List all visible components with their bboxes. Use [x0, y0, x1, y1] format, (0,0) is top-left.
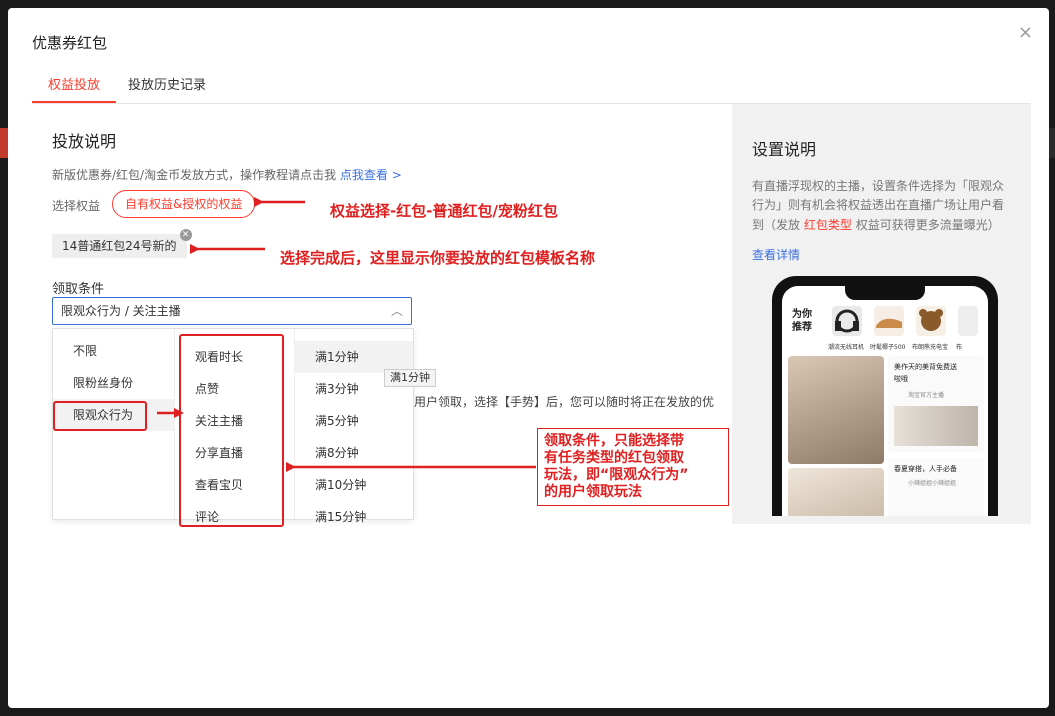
annotation-condition-line-2: 有任务类型的红包领取 — [544, 450, 684, 466]
behind-description-text: 用户领取，选择【手势】后，您可以随时将正在发放的优 — [414, 395, 715, 409]
instructions-line-2: 行为」则有机会将权益透出在直播广场让用户看 — [752, 198, 1005, 212]
live-card-4 — [788, 468, 884, 516]
phone-preview: 为你推荐 潮流无线耳机 时髦椰子500 布朗熊充电宝 布 美作天的美背免费送 啦… — [772, 276, 998, 516]
condition-label: 领取条件 — [52, 282, 105, 297]
annotation-condition-line-1: 领取条件，只能选择带 — [544, 433, 684, 449]
phone-item-caption-4: 布 — [956, 344, 963, 351]
annotation-condition-box: 领取条件，只能选择带 有任务类型的红包领取 玩法，即“限观众行为” 的用户领取玩… — [537, 428, 729, 506]
phone-notch — [845, 286, 925, 300]
option-unlimited[interactable]: 不限 — [53, 335, 174, 367]
instructions-line-1: 有直播浮现权的主播，设置条件选择为「限观众 — [752, 179, 1005, 193]
product-image-4 — [958, 306, 978, 336]
intro-text: 新版优惠券/红包/淘金币发放方式，操作教程请点击我 点我查看 > — [52, 166, 402, 183]
active-tab-indicator — [32, 101, 116, 103]
instructions-line-3: 到（发放 红包类型 权益可获得更多流量曝光） — [752, 216, 1000, 233]
live-card-2-shop: 淘宝官方主播 — [908, 392, 945, 399]
live-card-2: 美作天的美背免费送 啦哦 淘宝官方主播 — [888, 356, 984, 452]
phone-recommend-title: 为你推荐 — [792, 309, 812, 333]
intro-text-body: 新版优惠券/红包/淘金币发放方式，操作教程请点击我 — [52, 168, 337, 182]
option-tooltip: 满1分钟 — [384, 369, 436, 387]
phone-item-caption-2: 时髦椰子500 — [870, 344, 906, 351]
instructions-heading: 设置说明 — [752, 140, 817, 159]
phone-screen: 为你推荐 潮流无线耳机 时髦椰子500 布朗熊充电宝 布 美作天的美背免费送 啦… — [782, 286, 988, 516]
instructions-line-3-post: 权益可获得更多流量曝光） — [855, 218, 1000, 232]
option-8min[interactable]: 满8分钟 — [295, 437, 413, 469]
condition-select[interactable]: 限观众行为 / 关注主播 ︿ — [52, 297, 412, 325]
selected-template-name: 14普通红包24号新的 — [62, 239, 177, 253]
select-rights-label: 选择权益 — [52, 199, 101, 213]
annotation-rights-selection: 权益选择-红包-普通红包/宠粉红包 — [330, 202, 558, 220]
tutorial-link[interactable]: 点我查看 > — [340, 168, 402, 182]
condition-select-value: 限观众行为 / 关注主播 — [61, 304, 181, 318]
section-heading: 投放说明 — [52, 132, 117, 151]
coupon-modal: 优惠券红包 × 权益投放 投放历史记录 投放说明 新版优惠券/红包/淘金币发放方… — [8, 8, 1049, 708]
annotation-condition-line-3: 玩法，即“限观众行为” — [544, 467, 689, 483]
red-packet-type-text: 红包类型 — [803, 218, 852, 232]
modal-title: 优惠券红包 — [32, 34, 108, 52]
close-icon[interactable]: × — [1018, 22, 1033, 43]
background-strip-left — [0, 128, 8, 158]
highlight-behavior-column — [179, 334, 284, 527]
select-rights-button[interactable]: 自有权益&授权的权益 — [112, 190, 256, 218]
phone-item-caption-1: 潮流无线耳机 — [828, 344, 865, 351]
instructions-panel: 设置说明 有直播浮现权的主播，设置条件选择为「限观众 行为」则有机会将权益透出在… — [732, 104, 1031, 524]
live-card-1 — [788, 356, 884, 464]
option-5min[interactable]: 满5分钟 — [295, 405, 413, 437]
remove-tag-icon[interactable]: ✕ — [179, 229, 192, 241]
selected-template-tag: 14普通红包24号新的 ✕ — [52, 229, 192, 258]
live-card-2-title: 美作天的美背免费送 — [894, 363, 957, 371]
live-card-2-subtitle: 啦哦 — [894, 375, 908, 383]
option-fan-identity[interactable]: 限粉丝身份 — [53, 367, 174, 399]
live-card-1-image — [788, 356, 884, 464]
chevron-up-icon: ︿ — [390, 304, 403, 318]
tab-rights-delivery[interactable]: 权益投放 — [48, 74, 100, 93]
bear-image — [916, 306, 946, 336]
annotation-condition-line-4: 的用户领取玩法 — [544, 484, 642, 500]
annotation-template-name: 选择完成后，这里显示你要投放的红包模板名称 — [280, 249, 596, 267]
sneaker-image — [874, 306, 904, 336]
phone-item-caption-3: 布朗熊充电宝 — [912, 344, 949, 351]
cascader-column-duration: 满1分钟 满3分钟 满5分钟 满8分钟 满10分钟 满15分钟 — [295, 329, 413, 524]
live-card-3: 春夏穿搭，人手必备 小辣姐姐小辣姐姐 — [888, 458, 984, 516]
live-card-3-title: 春夏穿搭，人手必备 — [894, 465, 957, 473]
highlight-audience-behavior — [53, 401, 147, 431]
option-10min[interactable]: 满10分钟 — [295, 469, 413, 501]
headphones-image — [832, 306, 862, 336]
tab-delivery-history[interactable]: 投放历史记录 — [128, 74, 206, 93]
option-15min[interactable]: 满15分钟 — [295, 501, 413, 533]
tab-bar: 权益投放 投放历史记录 — [32, 70, 1031, 104]
instructions-line-3-pre: 到（发放 — [752, 218, 801, 232]
live-card-3-shop: 小辣姐姐小辣姐姐 — [908, 480, 957, 487]
live-card-4-image — [788, 468, 884, 516]
live-card-2-image — [894, 406, 978, 446]
view-details-link[interactable]: 查看详情 — [752, 246, 800, 263]
